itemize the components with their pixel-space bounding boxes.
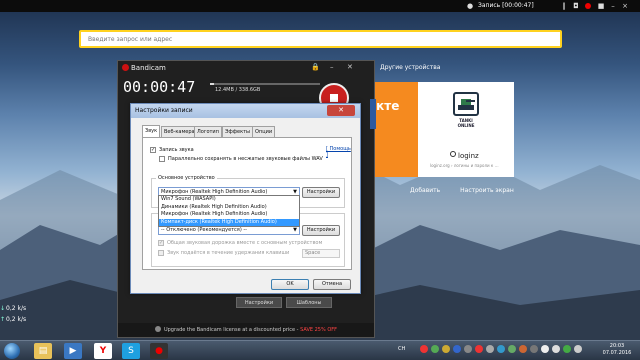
tray-app-icon[interactable] bbox=[420, 345, 428, 353]
parallel-wav-label: Параллельно сохранять в несжатые звуковы… bbox=[168, 156, 323, 162]
file-size-bar bbox=[210, 83, 320, 85]
file-size-text: 12.4MB / 338.6GB bbox=[215, 87, 261, 93]
main-device-settings-button[interactable]: Настройки bbox=[302, 187, 340, 198]
tray-app-icon[interactable] bbox=[497, 345, 505, 353]
recording-title: Запись [00:00:47] bbox=[478, 2, 534, 9]
tab-logo[interactable]: Логотип bbox=[194, 126, 222, 137]
network-icon[interactable] bbox=[541, 345, 549, 353]
hold-key-checkbox[interactable] bbox=[158, 250, 164, 256]
dialog-title: Настройки записи bbox=[135, 107, 193, 114]
dropdown-option[interactable]: Win7 Sound (WASAPI) bbox=[159, 196, 299, 204]
record-indicator-icon[interactable] bbox=[585, 3, 591, 9]
bandicam-presets-button[interactable]: Шаблоны bbox=[286, 297, 332, 308]
tray-app-icon[interactable] bbox=[464, 345, 472, 353]
tray-app-icon[interactable] bbox=[442, 345, 450, 353]
taskbar: ▤ ▶ Y S ● CH 20:03 07.07.2016 bbox=[0, 340, 640, 360]
upload-unit: k/s bbox=[17, 316, 27, 323]
dialog-titlebar[interactable]: Настройки записи ✕ bbox=[131, 104, 360, 118]
tab-effects[interactable]: Эффекты bbox=[222, 126, 253, 137]
bandicam-mini-icon[interactable]: ● bbox=[466, 2, 474, 10]
upload-speed: 0,2 bbox=[6, 316, 16, 323]
tray-app-icon[interactable] bbox=[519, 345, 527, 353]
loginz-description: loginz.org › логины и пароли к … bbox=[430, 163, 499, 168]
ok-button[interactable]: OK bbox=[271, 279, 309, 290]
tray-app-icon[interactable] bbox=[475, 345, 483, 353]
tab-webcam[interactable]: Веб-камера bbox=[161, 126, 198, 137]
skype-icon[interactable]: S bbox=[122, 343, 140, 359]
volume-icon[interactable] bbox=[552, 345, 560, 353]
start-button[interactable] bbox=[4, 343, 20, 359]
bandicam-logo-icon bbox=[122, 64, 129, 71]
tray-app-icon[interactable] bbox=[431, 345, 439, 353]
explorer-icon[interactable]: ▤ bbox=[34, 343, 52, 359]
download-speed: 0,2 bbox=[6, 305, 16, 312]
bandicam-taskbar-icon[interactable]: ● bbox=[150, 343, 168, 359]
tile-actions: Добавить Настроить экран bbox=[410, 187, 532, 194]
help-link[interactable]: [ Помощь ] bbox=[326, 146, 351, 158]
dropdown-option[interactable]: Динамики (Realtek High Definition Audio) bbox=[159, 204, 299, 212]
minimize-icon[interactable]: – bbox=[609, 2, 617, 10]
recording-timer: 00:00:47 bbox=[123, 78, 196, 96]
clock-time: 20:03 bbox=[609, 343, 625, 349]
tray-app-icon[interactable] bbox=[486, 345, 494, 353]
tray-app-icon[interactable] bbox=[508, 345, 516, 353]
hold-key-field[interactable]: Space bbox=[302, 249, 340, 258]
parallel-wav-checkbox[interactable] bbox=[159, 156, 165, 162]
record-settings-dialog: Настройки записи ✕ Звук Веб-камера Логот… bbox=[130, 103, 361, 294]
tab-options[interactable]: Опции bbox=[252, 126, 276, 137]
clock-date: 07.07.2016 bbox=[602, 350, 632, 356]
close-icon[interactable]: ✕ bbox=[347, 63, 353, 71]
system-clock[interactable]: 20:03 07.07.2016 bbox=[598, 343, 636, 357]
hold-key-label: Звук подаётся в течение удержания клавиш… bbox=[167, 250, 290, 256]
battery-icon[interactable] bbox=[563, 345, 571, 353]
loginz-favicon-icon bbox=[450, 151, 456, 157]
info-icon bbox=[154, 326, 161, 332]
minimize-icon[interactable]: – bbox=[330, 63, 334, 71]
close-icon[interactable]: × bbox=[621, 2, 629, 10]
record-sound-checkbox[interactable]: ✓ bbox=[150, 147, 156, 153]
search-input[interactable] bbox=[81, 32, 560, 46]
mix-track-checkbox[interactable]: ✓ bbox=[158, 240, 164, 246]
pause-icon[interactable]: ‖ bbox=[560, 2, 568, 10]
mix-track-label: Общая звуковая дорожка вместе с основным… bbox=[167, 240, 323, 246]
device-dropdown-list: Win7 Sound (WASAPI) Динамики (Realtek Hi… bbox=[158, 195, 300, 227]
bandicam-footer[interactable]: Upgrade the Bandicam license at a discou… bbox=[118, 323, 374, 337]
chevron-down-icon: ▼ bbox=[293, 227, 297, 233]
bandicam-settings-button[interactable]: Настройки bbox=[236, 297, 282, 308]
other-devices-label: Другие устройства bbox=[380, 64, 441, 71]
tray-app-icon[interactable] bbox=[530, 345, 538, 353]
flag-icon[interactable] bbox=[574, 345, 582, 353]
add-tile-button[interactable]: Добавить bbox=[410, 187, 440, 194]
download-unit: k/s bbox=[17, 305, 27, 312]
browser-search-box[interactable] bbox=[79, 30, 562, 48]
yandex-browser-icon[interactable]: Y bbox=[94, 343, 112, 359]
dropdown-option-selected[interactable]: Компакт-диск (Realtek High Definition Au… bbox=[159, 218, 299, 226]
recorder-top-bar: ● Запись [00:00:47] ‖ ◘ ■ – × bbox=[0, 0, 640, 12]
tab-sound[interactable]: Звук bbox=[142, 125, 161, 137]
network-gadget: ↓0,2 k/s ↑0,2 k/s bbox=[0, 305, 40, 340]
camera-icon[interactable]: ◘ bbox=[572, 2, 580, 10]
language-indicator[interactable]: CH bbox=[398, 346, 405, 352]
bandicam-side-tab[interactable] bbox=[370, 99, 376, 129]
stop-icon[interactable]: ■ bbox=[597, 2, 605, 10]
cancel-button[interactable]: Отмена bbox=[313, 279, 351, 290]
media-player-icon[interactable]: ▶ bbox=[64, 343, 82, 359]
tanki-online-text: TANKI ONLINE bbox=[457, 118, 475, 128]
loginz-name: loginz bbox=[458, 152, 479, 160]
tanki-online-logo-icon bbox=[453, 92, 479, 116]
tray-app-icon[interactable] bbox=[453, 345, 461, 353]
secondary-device-settings-button[interactable]: Настройки bbox=[302, 225, 340, 236]
tile-loginz[interactable]: TANKI ONLINE loginz loginz.org › логины … bbox=[418, 82, 514, 177]
lock-icon[interactable]: 🔒 bbox=[311, 63, 320, 71]
bandicam-title: Bandicam bbox=[122, 64, 166, 72]
dropdown-option[interactable]: Микрофон (Realtek High Definition Audio) bbox=[159, 211, 299, 219]
record-sound-label: Запись звука bbox=[159, 147, 194, 153]
configure-screen-button[interactable]: Настроить экран bbox=[460, 187, 514, 194]
main-device-group-label: Основное устройство bbox=[156, 175, 217, 181]
dialog-close-button[interactable]: ✕ bbox=[327, 105, 355, 116]
